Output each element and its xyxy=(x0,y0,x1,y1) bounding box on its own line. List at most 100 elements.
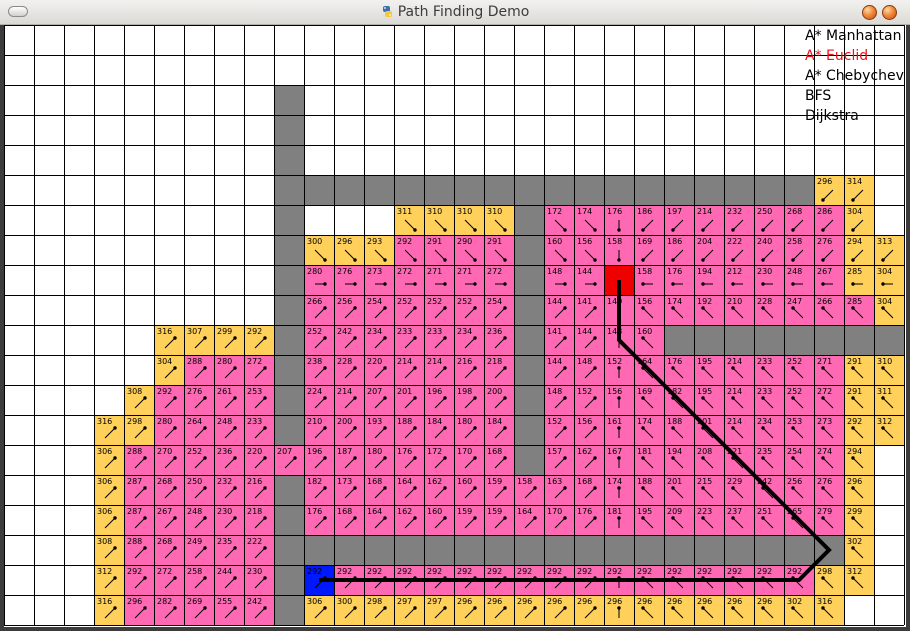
grid-canvas[interactable]: 296 314 311 310 310 310 172 174 176 186 197 214 232 2… xyxy=(4,25,906,627)
empty-cell[interactable] xyxy=(364,145,394,175)
empty-cell[interactable] xyxy=(394,55,424,85)
empty-cell[interactable] xyxy=(574,25,604,55)
empty-cell[interactable] xyxy=(244,235,274,265)
wall-cell[interactable] xyxy=(454,175,484,205)
empty-cell[interactable] xyxy=(64,355,94,385)
empty-cell[interactable] xyxy=(34,445,64,475)
wall-cell[interactable] xyxy=(274,145,304,175)
empty-cell[interactable] xyxy=(634,85,664,115)
empty-cell[interactable] xyxy=(364,55,394,85)
empty-cell[interactable] xyxy=(514,85,544,115)
empty-cell[interactable] xyxy=(184,295,214,325)
empty-cell[interactable] xyxy=(424,115,454,145)
empty-cell[interactable] xyxy=(34,25,64,55)
wall-cell[interactable] xyxy=(274,85,304,115)
empty-cell[interactable] xyxy=(64,175,94,205)
empty-cell[interactable] xyxy=(214,25,244,55)
wall-cell[interactable] xyxy=(514,175,544,205)
empty-cell[interactable] xyxy=(544,115,574,145)
wall-cell[interactable] xyxy=(784,325,814,355)
empty-cell[interactable] xyxy=(364,205,394,235)
empty-cell[interactable] xyxy=(184,115,214,145)
empty-cell[interactable] xyxy=(634,145,664,175)
grid-svg[interactable]: 296 314 311 310 310 310 172 174 176 186 197 214 232 2… xyxy=(4,25,906,627)
menu-item-a-euclid[interactable]: A* Euclid xyxy=(805,46,904,66)
wall-cell[interactable] xyxy=(844,325,874,355)
empty-cell[interactable] xyxy=(694,85,724,115)
empty-cell[interactable] xyxy=(874,565,904,595)
empty-cell[interactable] xyxy=(604,115,634,145)
wall-cell[interactable] xyxy=(274,175,304,205)
empty-cell[interactable] xyxy=(64,145,94,175)
empty-cell[interactable] xyxy=(334,205,364,235)
wall-cell[interactable] xyxy=(664,325,694,355)
wall-cell[interactable] xyxy=(724,175,754,205)
empty-cell[interactable] xyxy=(34,565,64,595)
empty-cell[interactable] xyxy=(64,85,94,115)
empty-cell[interactable] xyxy=(244,145,274,175)
empty-cell[interactable] xyxy=(4,415,34,445)
wall-cell[interactable] xyxy=(754,175,784,205)
empty-cell[interactable] xyxy=(844,145,874,175)
empty-cell[interactable] xyxy=(214,85,244,115)
empty-cell[interactable] xyxy=(154,115,184,145)
menu-item-dijkstra[interactable]: Dijkstra xyxy=(805,106,904,126)
empty-cell[interactable] xyxy=(544,85,574,115)
empty-cell[interactable] xyxy=(34,385,64,415)
wall-cell[interactable] xyxy=(274,565,304,595)
wall-cell[interactable] xyxy=(274,115,304,145)
empty-cell[interactable] xyxy=(4,85,34,115)
empty-cell[interactable] xyxy=(34,55,64,85)
empty-cell[interactable] xyxy=(514,25,544,55)
empty-cell[interactable] xyxy=(124,205,154,235)
empty-cell[interactable] xyxy=(4,535,34,565)
wall-cell[interactable] xyxy=(514,415,544,445)
empty-cell[interactable] xyxy=(304,145,334,175)
empty-cell[interactable] xyxy=(724,55,754,85)
empty-cell[interactable] xyxy=(604,25,634,55)
empty-cell[interactable] xyxy=(334,85,364,115)
empty-cell[interactable] xyxy=(664,115,694,145)
empty-cell[interactable] xyxy=(574,115,604,145)
wall-cell[interactable] xyxy=(514,325,544,355)
empty-cell[interactable] xyxy=(544,55,574,85)
empty-cell[interactable] xyxy=(124,265,154,295)
empty-cell[interactable] xyxy=(694,145,724,175)
empty-cell[interactable] xyxy=(184,205,214,235)
empty-cell[interactable] xyxy=(124,25,154,55)
wall-cell[interactable] xyxy=(274,415,304,445)
empty-cell[interactable] xyxy=(304,205,334,235)
wall-cell[interactable] xyxy=(514,295,544,325)
wall-cell[interactable] xyxy=(274,295,304,325)
empty-cell[interactable] xyxy=(34,535,64,565)
empty-cell[interactable] xyxy=(34,295,64,325)
empty-cell[interactable] xyxy=(4,355,34,385)
empty-cell[interactable] xyxy=(64,475,94,505)
empty-cell[interactable] xyxy=(34,595,64,625)
empty-cell[interactable] xyxy=(874,475,904,505)
wall-cell[interactable] xyxy=(784,175,814,205)
empty-cell[interactable] xyxy=(4,325,34,355)
empty-cell[interactable] xyxy=(364,85,394,115)
wall-cell[interactable] xyxy=(274,205,304,235)
empty-cell[interactable] xyxy=(514,115,544,145)
empty-cell[interactable] xyxy=(454,25,484,55)
empty-cell[interactable] xyxy=(4,595,34,625)
wall-cell[interactable] xyxy=(454,535,484,565)
empty-cell[interactable] xyxy=(304,85,334,115)
wall-cell[interactable] xyxy=(604,175,634,205)
empty-cell[interactable] xyxy=(4,115,34,145)
empty-cell[interactable] xyxy=(34,355,64,385)
wall-cell[interactable] xyxy=(334,535,364,565)
empty-cell[interactable] xyxy=(214,295,244,325)
empty-cell[interactable] xyxy=(94,205,124,235)
wall-cell[interactable] xyxy=(784,535,814,565)
empty-cell[interactable] xyxy=(274,25,304,55)
wall-cell[interactable] xyxy=(424,175,454,205)
wall-cell[interactable] xyxy=(664,535,694,565)
empty-cell[interactable] xyxy=(154,295,184,325)
empty-cell[interactable] xyxy=(4,565,34,595)
empty-cell[interactable] xyxy=(4,235,34,265)
empty-cell[interactable] xyxy=(634,55,664,85)
empty-cell[interactable] xyxy=(184,145,214,175)
